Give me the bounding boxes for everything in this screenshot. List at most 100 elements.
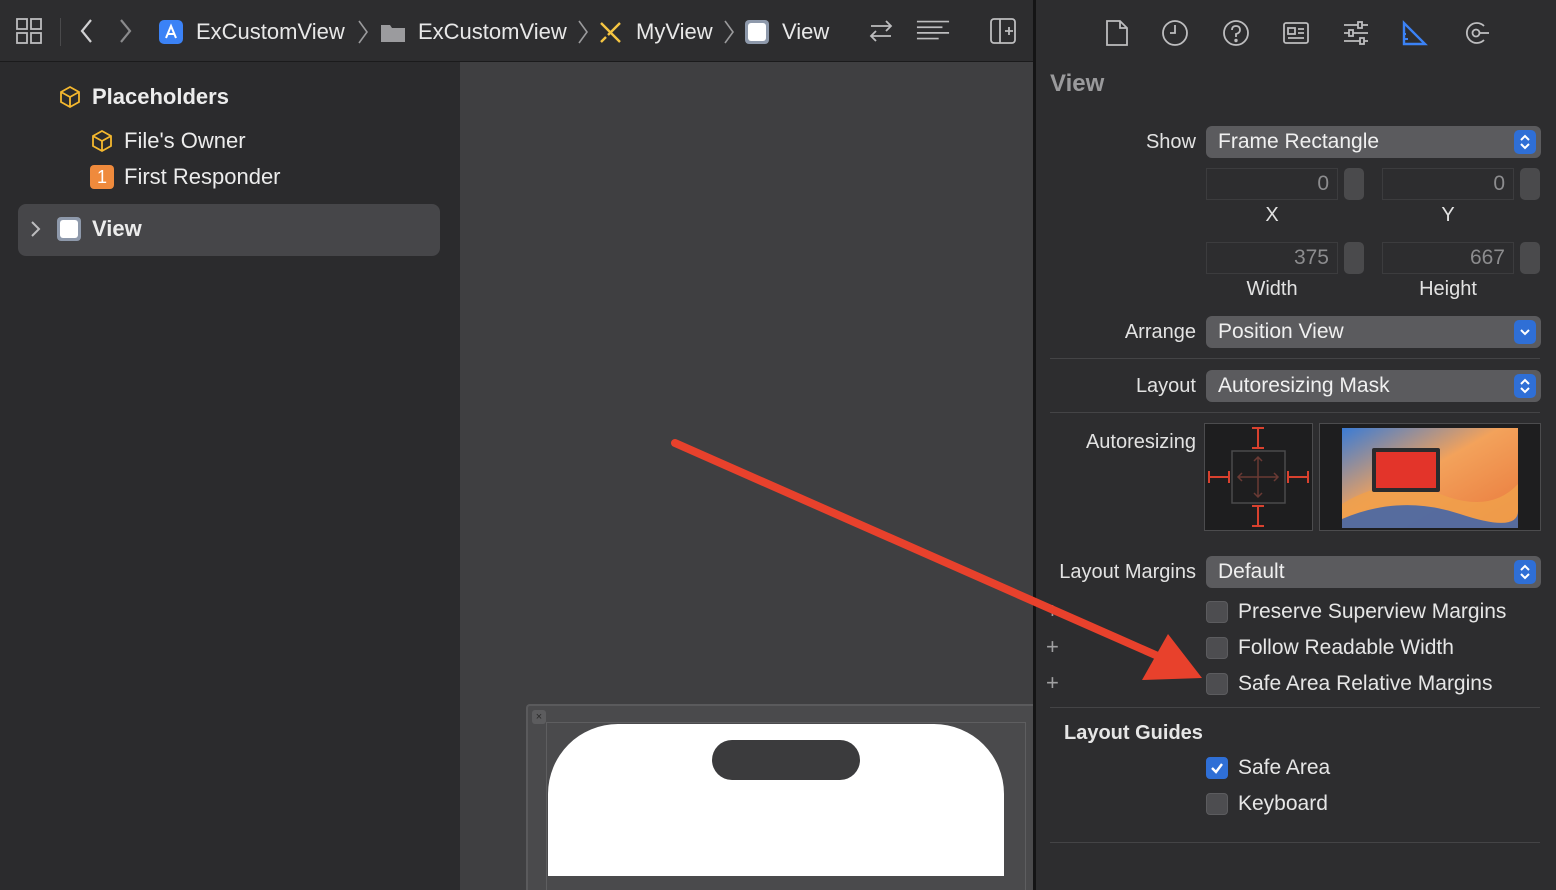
height-stepper[interactable] bbox=[1520, 242, 1540, 274]
view-icon bbox=[56, 216, 82, 242]
close-scene-button[interactable]: × bbox=[532, 710, 546, 724]
width-stepper[interactable] bbox=[1344, 242, 1364, 274]
safe-area-label: Safe Area bbox=[1238, 756, 1331, 779]
size-inspector-ruler-icon[interactable] bbox=[1398, 16, 1432, 50]
breadcrumb-separator-icon bbox=[358, 20, 368, 44]
keyboard-checkbox[interactable] bbox=[1206, 793, 1228, 815]
arrange-popup-value: Position View bbox=[1218, 320, 1344, 343]
breadcrumb-file[interactable]: MyView bbox=[598, 14, 713, 50]
size-inspector: View Show Frame Rectangle 0 X 0 Y 375 Wi… bbox=[1036, 0, 1556, 890]
history-inspector-icon[interactable] bbox=[1158, 16, 1192, 50]
add-variation-plus-icon[interactable]: + bbox=[1046, 634, 1059, 660]
safe-area-relative-margins-label: Safe Area Relative Margins bbox=[1238, 672, 1493, 695]
preserve-superview-margins-checkbox[interactable] bbox=[1206, 601, 1228, 623]
layout-label: Layout bbox=[1135, 375, 1196, 397]
add-variation-plus-icon[interactable]: + bbox=[1046, 670, 1059, 696]
view-label: View bbox=[92, 216, 142, 241]
dynamic-island bbox=[712, 740, 860, 780]
y-field[interactable]: 0 bbox=[1382, 168, 1514, 200]
breadcrumb-label: ExCustomView bbox=[196, 19, 345, 44]
layout-guides-title: Layout Guides bbox=[1064, 722, 1203, 744]
show-label: Show bbox=[1145, 131, 1196, 153]
divider bbox=[1050, 842, 1540, 843]
placeholders-section: Placeholders bbox=[58, 84, 229, 110]
breadcrumb-project[interactable]: ExCustomView bbox=[158, 14, 345, 50]
placeholders-label: Placeholders bbox=[92, 84, 229, 109]
updown-chevron-icon bbox=[1514, 130, 1536, 154]
phone-view[interactable] bbox=[548, 724, 1004, 876]
outline-item-files-owner[interactable]: File's Owner bbox=[90, 128, 246, 154]
text-lines-icon[interactable] bbox=[916, 14, 950, 48]
attributes-inspector-icon[interactable] bbox=[1339, 16, 1373, 50]
layout-margins-label: Layout Margins bbox=[1059, 561, 1196, 583]
disclosure-chevron-icon[interactable] bbox=[28, 217, 44, 241]
related-items-grid-icon[interactable] bbox=[12, 14, 46, 48]
safe-area-relative-margins-checkbox[interactable] bbox=[1206, 673, 1228, 695]
breadcrumb-separator-icon bbox=[578, 20, 588, 44]
layout-popup[interactable]: Autoresizing Mask bbox=[1206, 370, 1541, 402]
add-editor-icon[interactable] bbox=[986, 14, 1020, 48]
xib-icon bbox=[598, 19, 624, 45]
show-popup-value: Frame Rectangle bbox=[1218, 130, 1380, 153]
scene-frame[interactable]: × bbox=[526, 704, 1033, 890]
add-variation-plus-icon[interactable]: + bbox=[1046, 598, 1059, 624]
breadcrumb-view[interactable]: View bbox=[744, 14, 829, 50]
autoresizing-preview bbox=[1319, 423, 1541, 531]
quick-help-icon[interactable] bbox=[1219, 16, 1253, 50]
x-stepper[interactable] bbox=[1344, 168, 1364, 200]
autoresizing-label: Autoresizing bbox=[1085, 431, 1196, 453]
follow-readable-width-label: Follow Readable Width bbox=[1238, 636, 1454, 659]
autoresizing-mask-editor[interactable] bbox=[1204, 423, 1313, 531]
files-owner-label: File's Owner bbox=[124, 128, 246, 153]
file-inspector-icon[interactable] bbox=[1100, 16, 1134, 50]
divider bbox=[1050, 412, 1540, 413]
app-icon bbox=[158, 19, 184, 45]
breadcrumb-label: MyView bbox=[636, 19, 713, 44]
divider bbox=[1050, 707, 1540, 708]
width-field[interactable]: 375 bbox=[1206, 242, 1338, 274]
arrange-popup[interactable]: Position View bbox=[1206, 316, 1541, 348]
updown-chevron-icon bbox=[1514, 374, 1536, 398]
layout-margins-popup-value: Default bbox=[1218, 560, 1285, 583]
show-popup[interactable]: Frame Rectangle bbox=[1206, 126, 1541, 158]
first-responder-badge-icon: 1 bbox=[90, 165, 114, 189]
divider bbox=[1050, 358, 1540, 359]
breadcrumb-label: ExCustomView bbox=[418, 19, 567, 44]
connections-inspector-icon[interactable] bbox=[1459, 16, 1493, 50]
safe-area-checkbox[interactable] bbox=[1206, 757, 1228, 779]
x-field[interactable]: 0 bbox=[1206, 168, 1338, 200]
document-outline: Placeholders File's Owner 1 First Respon… bbox=[0, 62, 460, 890]
breadcrumb-group[interactable]: ExCustomView bbox=[380, 14, 567, 50]
checkmark-icon bbox=[1211, 763, 1223, 774]
cube-icon bbox=[58, 85, 82, 109]
swap-arrows-icon[interactable] bbox=[864, 14, 898, 48]
x-label: X bbox=[1265, 204, 1279, 226]
breadcrumb-label: View bbox=[782, 19, 830, 44]
y-stepper[interactable] bbox=[1520, 168, 1540, 200]
inspector-section-title: View bbox=[1050, 70, 1105, 97]
forward-chevron-icon[interactable] bbox=[108, 14, 142, 48]
view-icon bbox=[744, 19, 770, 45]
layout-popup-value: Autoresizing Mask bbox=[1218, 374, 1390, 397]
keyboard-label: Keyboard bbox=[1238, 792, 1328, 815]
first-responder-label: First Responder bbox=[124, 164, 281, 189]
cube-icon bbox=[90, 129, 114, 153]
updown-chevron-icon bbox=[1514, 560, 1536, 584]
arrange-label: Arrange bbox=[1124, 321, 1196, 343]
jump-bar: ExCustomView ExCustomView MyView View bbox=[0, 0, 1033, 62]
follow-readable-width-checkbox[interactable] bbox=[1206, 637, 1228, 659]
chevron-down-icon bbox=[1514, 320, 1536, 344]
back-chevron-icon[interactable] bbox=[70, 14, 104, 48]
folder-icon bbox=[380, 19, 406, 45]
outline-item-first-responder[interactable]: 1 First Responder bbox=[90, 164, 281, 190]
y-label: Y bbox=[1441, 204, 1455, 226]
height-field[interactable]: 667 bbox=[1382, 242, 1514, 274]
outline-item-view[interactable]: View bbox=[28, 216, 142, 242]
height-label: Height bbox=[1419, 278, 1477, 300]
breadcrumb-separator-icon bbox=[724, 20, 734, 44]
identity-inspector-icon[interactable] bbox=[1279, 16, 1313, 50]
layout-margins-popup[interactable]: Default bbox=[1206, 556, 1541, 588]
preserve-superview-margins-label: Preserve Superview Margins bbox=[1238, 600, 1507, 623]
interface-builder-canvas[interactable]: × bbox=[460, 62, 1033, 890]
toolbar-divider bbox=[60, 18, 61, 46]
